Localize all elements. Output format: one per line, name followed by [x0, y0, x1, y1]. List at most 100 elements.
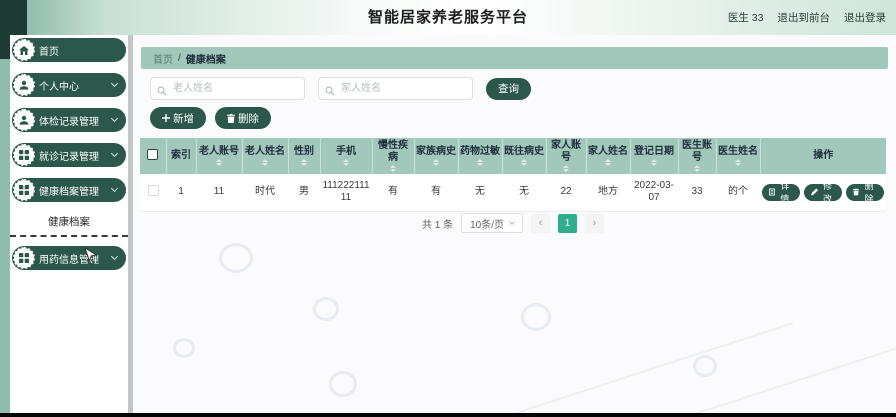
elder-name-input[interactable] — [150, 77, 305, 100]
sort-caret-icon[interactable] — [477, 159, 483, 166]
trash-icon — [853, 188, 860, 196]
col-header-elder-name[interactable]: 老人姓名 — [242, 138, 289, 174]
detail-button-label: 详情 — [780, 181, 790, 205]
col-header-doctor-account[interactable]: 医生账号 — [678, 138, 717, 174]
grid-icon — [13, 179, 35, 201]
search-row: 查询 — [150, 77, 531, 100]
sort-caret-icon[interactable] — [521, 159, 527, 166]
page-size-select[interactable]: 10条/页 — [461, 213, 524, 233]
cell-doctor-account: 33 — [678, 174, 716, 212]
col-header-index: 索引 — [166, 138, 197, 174]
col-header-past-history[interactable]: 既往病史 — [502, 138, 547, 174]
sort-caret-icon[interactable] — [433, 159, 439, 166]
col-header-drug-allergy[interactable]: 药物过敏 — [458, 138, 503, 174]
watermark-bubble — [693, 355, 717, 377]
sidebar-dashed-divider — [10, 235, 128, 237]
sidebar-item-health-archive-mgmt[interactable]: 健康档案管理 — [12, 178, 126, 202]
col-header-doctor-name[interactable]: 医生姓名 — [716, 138, 761, 174]
col-header-family-account[interactable]: 家人账号 — [546, 138, 587, 174]
col-header-chronic[interactable]: 慢性疾病 — [372, 138, 415, 174]
cell-past-history: 无 — [502, 174, 546, 212]
grid-icon — [13, 144, 35, 166]
sidebar-item-label: 个人中心 — [39, 81, 79, 93]
sort-caret-icon[interactable] — [262, 159, 268, 166]
add-button[interactable]: 新增 — [150, 107, 206, 129]
cell-chronic: 有 — [372, 174, 414, 212]
watermark-line — [392, 322, 794, 417]
sort-caret-icon[interactable] — [390, 165, 396, 172]
pagination: 共 1 条 10条/页 ‹ 1 › — [140, 213, 886, 233]
app-window: 智能居家养老服务平台 医生 33 退出到前台 退出登录 首页 个人中心 体检记录… — [0, 0, 896, 417]
row-select-cell[interactable] — [140, 174, 166, 212]
next-page-button[interactable]: › — [585, 213, 605, 233]
sort-caret-icon[interactable] — [563, 165, 569, 172]
sidebar-subitem-health-archive[interactable]: 健康档案 — [10, 213, 128, 231]
watermark-bubble — [329, 371, 357, 397]
sidebar-item-personal-center[interactable]: 个人中心 — [12, 73, 126, 97]
sidebar-item-visit-records[interactable]: 就诊记录管理 — [12, 143, 126, 167]
watermark-bubble — [313, 297, 339, 321]
trash-icon — [227, 113, 235, 123]
col-header-family-history[interactable]: 家族病史 — [414, 138, 459, 174]
watermark-bubble — [219, 243, 253, 273]
breadcrumb-home[interactable]: 首页 — [153, 51, 173, 66]
family-name-search — [318, 77, 473, 100]
col-header-register-date[interactable]: 登记日期 — [630, 138, 679, 174]
prev-page-button[interactable]: ‹ — [531, 213, 551, 233]
row-checkbox[interactable] — [147, 184, 159, 196]
sidebar-item-label: 用药信息管理 — [39, 254, 99, 266]
select-all-header[interactable] — [140, 138, 167, 174]
pagination-total: 共 1 条 — [421, 219, 454, 231]
sort-caret-icon[interactable] — [735, 159, 741, 166]
page-size-value: 10条/页 — [470, 219, 505, 231]
sidebar-item-checkup-records[interactable]: 体检记录管理 — [12, 108, 126, 132]
query-button[interactable]: 查询 — [486, 77, 531, 100]
sidebar-item-home[interactable]: 首页 — [12, 38, 126, 62]
family-name-input[interactable] — [318, 77, 473, 100]
sort-caret-icon[interactable] — [651, 159, 657, 166]
main-content: 首页 / 健康档案 查询 — [133, 35, 896, 417]
sort-caret-icon[interactable] — [605, 159, 611, 166]
sort-caret-icon[interactable] — [694, 165, 700, 172]
sidebar-item-label: 首页 — [39, 46, 59, 58]
logout-link[interactable]: 退出登录 — [844, 10, 886, 25]
row-delete-button[interactable]: 删除 — [846, 181, 884, 204]
cell-phone: 11122211111 — [320, 174, 372, 212]
watermark-bubble — [173, 338, 195, 358]
logout-front-link[interactable]: 退出到前台 — [778, 10, 831, 25]
col-header-elder-account[interactable]: 老人账号 — [196, 138, 243, 174]
cell-elder-name: 时代 — [242, 174, 288, 212]
detail-button[interactable]: 详情 — [762, 181, 800, 204]
col-header-phone[interactable]: 手机 — [320, 138, 373, 174]
sort-caret-icon[interactable] — [301, 159, 307, 166]
current-page-button[interactable]: 1 — [558, 213, 578, 233]
sidebar-item-label: 就诊记录管理 — [39, 151, 99, 163]
edit-button[interactable]: 修改 — [803, 181, 843, 204]
sidebar: 首页 个人中心 体检记录管理 就诊记录管理 健康档案管理 健康档案 用药信息管理 — [10, 35, 128, 417]
cell-elder-account: 11 — [196, 174, 242, 212]
table-header-row: 索引 老人账号 老人姓名 性别 手机 慢性疾病 家族病史 药物过敏 既往病史 家… — [140, 138, 886, 174]
cell-family-history: 有 — [414, 174, 458, 212]
select-all-checkbox[interactable] — [147, 149, 159, 160]
plus-icon — [162, 114, 170, 122]
breadcrumb-separator: / — [178, 52, 181, 64]
elder-name-search — [150, 77, 305, 100]
cell-register-date: 2022-03-07 — [630, 174, 678, 212]
sort-caret-icon[interactable] — [216, 159, 222, 166]
delete-button[interactable]: 删除 — [215, 107, 271, 129]
breadcrumb: 首页 / 健康档案 — [141, 47, 888, 69]
sort-caret-icon[interactable] — [343, 159, 349, 166]
chevron-down-icon — [110, 184, 119, 193]
bottom-bar — [0, 413, 896, 417]
header-right: 医生 33 退出到前台 退出登录 — [728, 0, 886, 35]
sidebar-item-medication-info[interactable]: 用药信息管理 — [12, 246, 126, 270]
user-icon — [13, 74, 35, 96]
col-header-gender[interactable]: 性别 — [288, 138, 321, 174]
pencil-icon — [810, 188, 818, 196]
sidebar-item-label: 体检记录管理 — [39, 116, 99, 128]
watermark-bubble — [521, 303, 551, 331]
user-icon — [13, 109, 35, 131]
col-header-family-name[interactable]: 家人姓名 — [586, 138, 631, 174]
cell-index: 1 — [166, 174, 196, 212]
grid-icon — [13, 247, 35, 269]
